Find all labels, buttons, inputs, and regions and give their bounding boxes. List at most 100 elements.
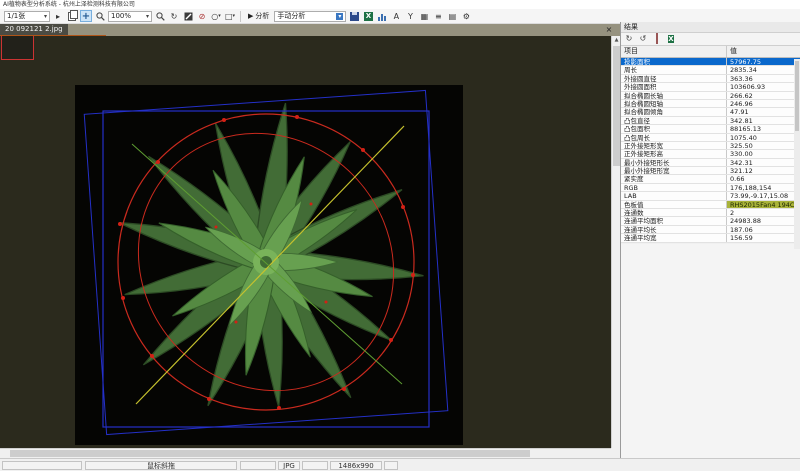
table-row[interactable]: 正外接矩形高330.00 [621, 150, 800, 158]
rect-tool-button[interactable]: □▾ [224, 10, 236, 22]
plant-annotation-overlay [75, 85, 463, 445]
row-label: 色板值 [621, 201, 727, 208]
table-row[interactable]: 凸包面积88165.13 [621, 125, 800, 133]
canvas-horizontal-scrollbar[interactable] [0, 448, 611, 458]
table-row[interactable]: LAB73.99,-9.17,15.08 [621, 192, 800, 200]
row-label: 凸包周长 [621, 134, 727, 141]
rotate-button[interactable]: ↻ [168, 10, 180, 22]
export-results-button[interactable]: X [666, 34, 676, 44]
table-row[interactable]: 周长2835.34 [621, 66, 800, 74]
table-row[interactable]: 凸包直径342.81 [621, 117, 800, 125]
table-row[interactable]: 外接圆直径363.36 [621, 75, 800, 83]
row-value: 156.59 [727, 234, 800, 241]
pencil-icon [184, 12, 193, 21]
refresh-button[interactable]: ↻ [624, 34, 634, 44]
table-row[interactable]: 拟合椭圆短轴246.96 [621, 100, 800, 108]
row-value: 88165.13 [727, 125, 800, 132]
row-value: RHS2015Fan4 194C Yellow [727, 201, 800, 208]
edit-button[interactable] [182, 10, 194, 22]
row-label: 连通平均长 [621, 226, 727, 233]
chevron-down-icon: ▾ [44, 13, 47, 20]
toolbar-separator [240, 11, 241, 22]
rotate-icon: ↻ [171, 12, 178, 21]
page-selector[interactable]: 1/1张 ▾ [4, 11, 50, 22]
row-value: 325.50 [727, 142, 800, 149]
results-panel-title: 结果 [621, 22, 800, 33]
pan-tool-button[interactable]: + [80, 10, 92, 22]
results-panel: 结果 ↻ ↺ X 项目 值 投影面积57967.75周长2835.34外接圆直径… [620, 22, 800, 471]
undo-button[interactable]: ↺ [638, 34, 648, 44]
table-row[interactable]: 投影面积57967.75 [621, 58, 800, 66]
canvas-vertical-scrollbar[interactable]: ▲ [611, 36, 620, 448]
row-value: 47.91 [727, 108, 800, 115]
table-row[interactable]: 连通平均宽156.59 [621, 234, 800, 242]
grid-view-button[interactable]: ▦ [418, 10, 430, 22]
row-label: 连通平均宽 [621, 234, 727, 241]
status-format: JPG [278, 461, 300, 470]
save-image-button[interactable] [348, 10, 360, 22]
row-label: 外接圆直径 [621, 75, 727, 82]
row-value: 330.00 [727, 150, 800, 157]
clear-button[interactable] [652, 34, 662, 44]
chart-button[interactable] [376, 10, 388, 22]
horizontal-scroll-thumb[interactable] [10, 450, 530, 457]
results-toolbar: ↻ ↺ X [621, 33, 800, 46]
zoom-selector[interactable]: 100% ▾ [108, 11, 152, 22]
table-row[interactable]: 连通平均面积24983.88 [621, 217, 800, 225]
clear-roi-button[interactable]: ⊘ [196, 10, 208, 22]
row-label: RGB [621, 184, 727, 191]
table-row[interactable]: 凸包周长1075.40 [621, 134, 800, 142]
analyzed-image[interactable] [75, 85, 463, 445]
zoom-fit-button[interactable] [94, 10, 106, 22]
magnifier-icon [96, 12, 105, 21]
copy-button[interactable] [66, 10, 78, 22]
table-row[interactable]: 正外接矩形宽325.50 [621, 142, 800, 150]
next-image-button[interactable]: ▸ [52, 10, 64, 22]
table-row[interactable]: 外接圆面积103606.93 [621, 83, 800, 91]
results-panel-empty-area [621, 244, 800, 471]
chevron-down-icon: ▾ [146, 13, 149, 20]
table-row[interactable]: 连通数2 [621, 209, 800, 217]
column-header-value[interactable]: 值 [727, 46, 800, 57]
vertical-scroll-thumb[interactable] [613, 46, 620, 166]
analyze-label: 分析 [255, 11, 269, 21]
next-icon: ▸ [56, 12, 60, 21]
table-row[interactable]: 紧实度0.66 [621, 175, 800, 183]
settings-button[interactable]: ⚙ [460, 10, 472, 22]
results-scrollbar[interactable] [794, 59, 800, 249]
row-label: 连通数 [621, 209, 727, 216]
row-value: 246.96 [727, 100, 800, 107]
export-excel-button[interactable]: X [362, 10, 374, 22]
table-row[interactable]: 拟合椭圆倾角47.91 [621, 108, 800, 116]
row-label: LAB [621, 192, 727, 199]
table-row[interactable]: 色板值RHS2015Fan4 194C Yellow [621, 201, 800, 209]
image-canvas[interactable] [0, 36, 611, 448]
status-cell-empty [2, 461, 82, 470]
table-row[interactable]: 拟合椭圆长轴266.62 [621, 92, 800, 100]
analyze-button[interactable]: ▶ 分析 [245, 10, 272, 22]
null-circle-icon: ⊘ [199, 12, 206, 21]
export-button[interactable]: ▤ [446, 10, 458, 22]
results-scroll-thumb[interactable] [795, 61, 799, 131]
circle-icon: ○ [211, 12, 218, 21]
chevron-down-icon: ▾ [218, 13, 221, 19]
row-value: 342.31 [727, 159, 800, 166]
image-tab[interactable]: 20 092121 2.jpg [0, 24, 68, 35]
tab-close-button[interactable]: × [604, 25, 614, 35]
navigator-thumbnail[interactable] [1, 36, 34, 60]
excel-icon: X [668, 35, 673, 43]
list-view-button[interactable]: ≡ [432, 10, 444, 22]
row-label: 凸包面积 [621, 125, 727, 132]
ellipse-tool-button[interactable]: ○▾ [210, 10, 222, 22]
table-row[interactable]: 连通平均长187.06 [621, 226, 800, 234]
table-row[interactable]: RGB176,188,154 [621, 184, 800, 192]
branch-y-button[interactable]: Y [404, 10, 416, 22]
row-label: 拟合椭圆倾角 [621, 108, 727, 115]
table-row[interactable]: 最小外接矩形长342.31 [621, 159, 800, 167]
table-row[interactable]: 最小外接矩形宽321.12 [621, 167, 800, 175]
preset-selector[interactable]: 手动分析 ▾ [274, 11, 346, 22]
column-header-item[interactable]: 项目 [621, 46, 727, 57]
label-a-button[interactable]: A [390, 10, 402, 22]
zoom-in-button[interactable] [154, 10, 166, 22]
excel-icon: X [364, 12, 373, 21]
